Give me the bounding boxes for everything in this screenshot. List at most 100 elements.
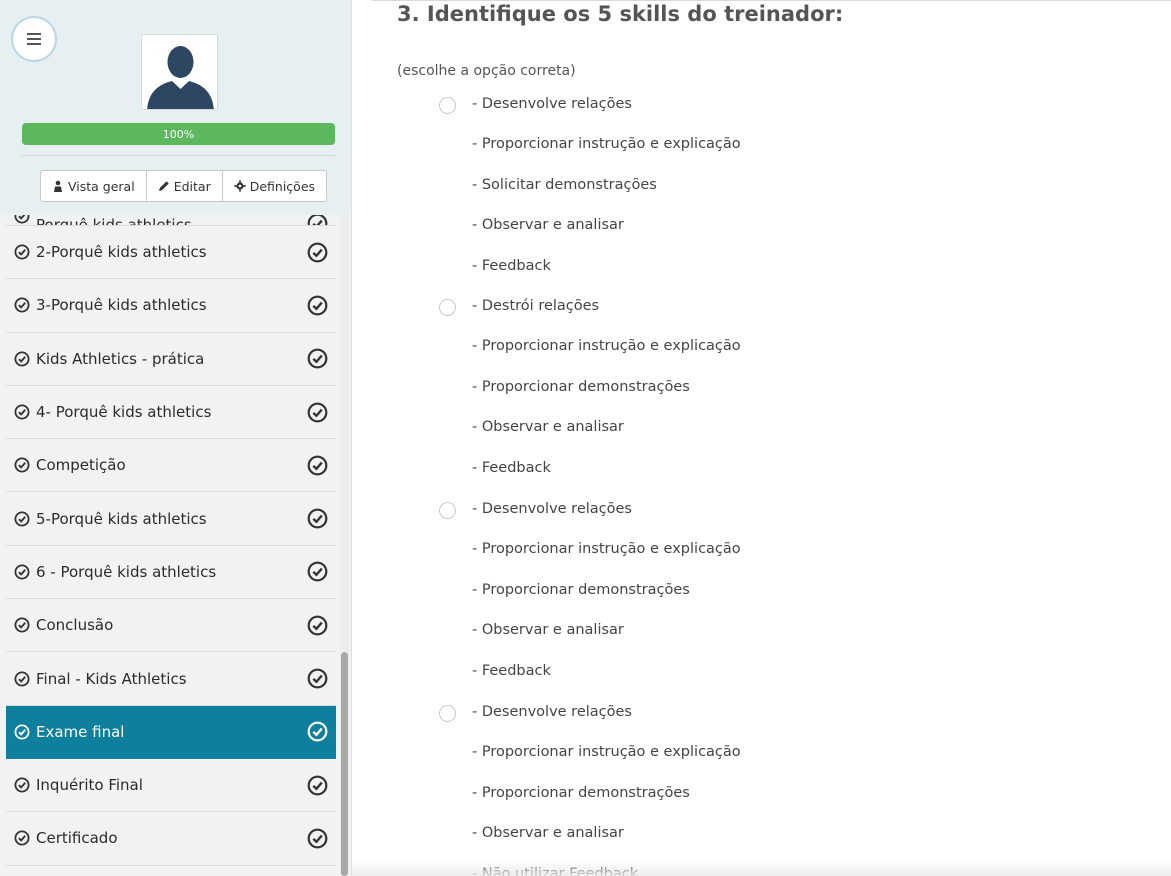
sidebar-scroll-thumb[interactable] [341,652,348,876]
settings-button[interactable]: Definições [223,171,326,201]
sidebar-item[interactable]: 2-Porquê kids athletics [6,226,336,280]
sidebar-item-label: 6 - Porquê kids athletics [36,562,217,581]
completed-check-icon [307,562,328,582]
option-line: - Proporcionar instrução e explicação [472,338,741,355]
user-silhouette-icon [147,46,214,109]
sidebar-item-content: 5-Porquê kids athletics [14,510,207,528]
option-line: - Proporcionar instrução e explicação [472,136,741,153]
option-line: - Proporcionar instrução e explicação [472,744,741,761]
option-line: - Destrói relações [472,298,600,314]
option-line: - Desenvolve relações [472,96,632,112]
check-circle-icon [14,777,30,793]
overview-label: Vista geral [68,178,135,194]
completed-check-icon [307,402,328,422]
completed-check-icon [307,828,328,849]
completed-check-icon [307,455,328,476]
sidebar-item-label: Competição [36,456,126,475]
settings-label: Definições [249,178,316,194]
profile-panel: 100% Vista geral Editar Definições [0,0,351,215]
sidebar-item[interactable]: Exame final [6,705,336,759]
check-circle-icon [14,617,30,633]
sidebar-item-label: Inquérito Final [36,776,143,795]
sidebar-item-content: Exame final [14,723,124,741]
sidebar-item[interactable]: 4- Porquê kids athletics [6,385,336,440]
check-circle-icon [14,564,30,580]
option-line: - Feedback [472,459,551,476]
sidebar-item-label: Certificado [36,829,118,848]
sidebar-item-label: Kids Athletics - prática [36,349,205,368]
completed-check-icon [307,348,328,369]
sidebar-item[interactable]: 3-Porquê kids athletics [6,279,336,333]
sidebar-item[interactable]: Kids Athletics - prática [6,332,336,386]
overview-button[interactable]: Vista geral [41,171,147,201]
gear-icon [234,180,246,192]
check-circle-icon [14,457,30,473]
question-instructions: (escolhe a opção correta) [397,63,576,79]
completed-check-icon [307,508,328,529]
completed-check-icon [307,721,328,742]
sidebar-item-content: 4- Porquê kids athletics [14,403,211,421]
menu-toggle-button[interactable] [11,16,57,62]
avatar[interactable] [141,34,218,110]
completed-check-icon [307,242,328,263]
sidebar-item-content: 3-Porquê kids athletics [14,296,207,314]
option-line: - Feedback [472,662,551,679]
option-line: - Solicitar demonstrações [472,176,657,193]
check-circle-icon [14,404,30,420]
check-circle-icon [14,244,30,260]
option-line: - Observar e analisar [472,419,624,436]
check-circle-icon [14,671,30,687]
option-line: - Proporcionar instrução e explicação [472,541,741,558]
edit-label: Editar [173,178,211,194]
sidebar-item[interactable]: Certificado [6,812,336,866]
completed-check-icon [307,668,328,689]
divider [22,155,335,156]
sidebar-item-label: Final - Kids Athletics [36,669,187,688]
sidebar-item-label: 3-Porquê kids athletics [36,296,207,315]
option-line: - Feedback [472,257,551,274]
sidebar-item[interactable]: 5-Porquê kids athletics [6,492,336,546]
check-circle-icon [14,724,30,740]
sidebar-item-content: Competição [14,456,126,474]
sidebar-item-content: Final - Kids Athletics [14,670,187,688]
sidebar-item[interactable]: Conclusão [6,599,336,653]
completed-check-icon [307,775,328,796]
check-circle-icon [14,297,30,313]
check-circle-icon [14,511,30,527]
progress-label: 100% [162,127,195,141]
check-circle-icon [14,351,30,367]
option-line: - Observar e analisar [472,622,624,639]
sidebar-item-content: Inquérito Final [14,776,143,794]
pencil-icon [158,181,169,191]
option-line: - Proporcionar demonstrações [472,378,690,395]
option-line: - Observar e analisar [472,825,624,842]
sidebar: Porquê kids athletics 2-Porquê kids athle… [0,0,352,876]
sidebar-item-label: Porquê kids athletics [36,216,192,226]
question-title: 3. Identifique os 5 skills do treinador: [397,2,844,26]
option-line: - Proporcionar demonstrações [472,784,690,801]
edit-button[interactable]: Editar [147,171,223,201]
check-circle-icon [14,830,30,846]
sidebar-item-label: Exame final [36,722,125,741]
option-radio[interactable] [439,299,456,316]
sidebar-item[interactable]: Final - Kids Athletics [6,652,336,706]
sidebar-item[interactable]: Inquérito Final [6,758,336,813]
completed-check-icon [307,295,328,316]
sidebar-item-label: Conclusão [36,616,114,635]
option-radio[interactable] [439,705,456,722]
option-line: - Proporcionar demonstrações [472,581,690,598]
bottom-fade [352,860,1171,876]
sidebar-item-content: 2-Porquê kids athletics [14,243,207,261]
option-radio[interactable] [439,97,456,114]
hamburger-icon [27,33,41,45]
progress-bar: 100% [22,123,335,145]
option-radio[interactable] [439,502,456,519]
profile-button-group: Vista geral Editar Definições [40,170,328,202]
top-rule [372,0,1171,1]
sidebar-item[interactable]: 6 - Porquê kids athletics [6,545,336,600]
sidebar-item-content: Conclusão [14,616,113,634]
sidebar-item-content: Kids Athletics - prática [14,350,204,368]
course-nav-list: Porquê kids athletics 2-Porquê kids athle… [6,200,336,866]
sidebar-item[interactable]: Competição [6,439,336,493]
sidebar-item-label: 4- Porquê kids athletics [36,403,212,422]
